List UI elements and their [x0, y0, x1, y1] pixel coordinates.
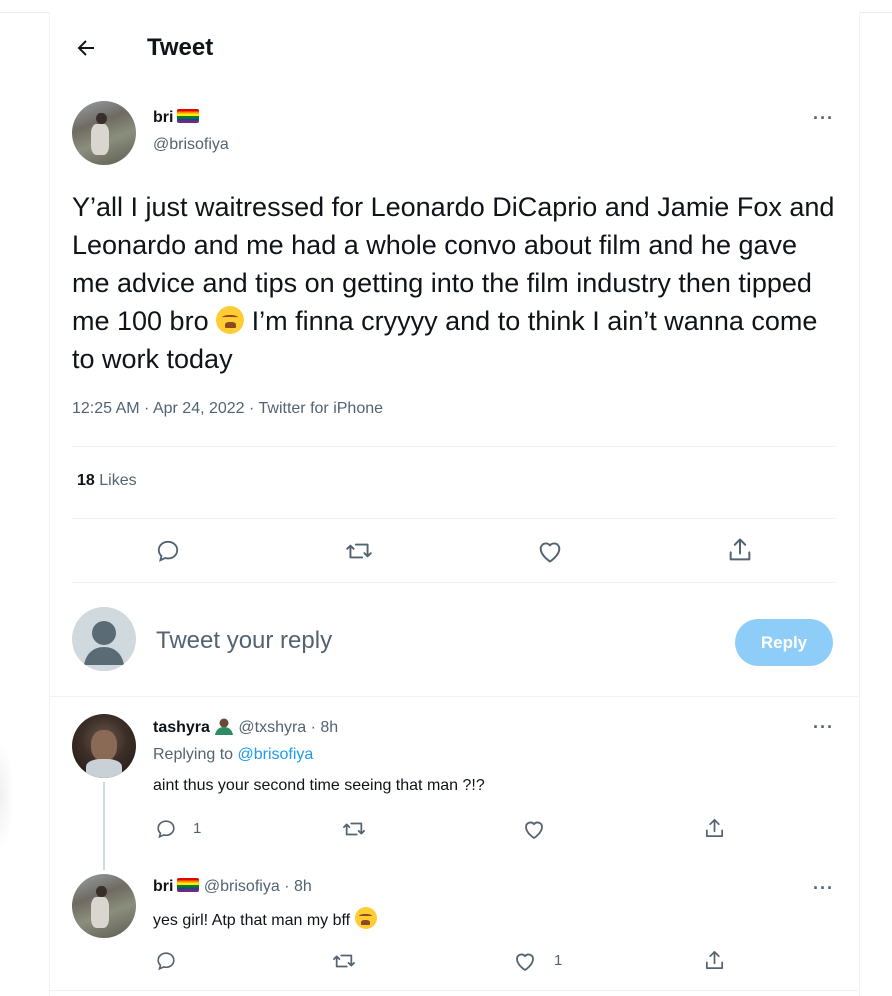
- reply-more-options-button[interactable]: ···: [813, 878, 834, 899]
- tweet-text: Y’all I just waitressed for Leonardo DiC…: [72, 188, 842, 378]
- reply-retweet-button[interactable]: [331, 950, 357, 972]
- reply-author-handle[interactable]: @txshyra: [238, 719, 306, 736]
- author-name[interactable]: bri: [153, 109, 173, 126]
- reply-time[interactable]: 8h: [294, 878, 312, 895]
- reply-input[interactable]: Tweet your reply: [156, 627, 676, 655]
- divider: [72, 518, 836, 519]
- reply-retweet-button[interactable]: [341, 818, 367, 840]
- retweet-icon: [333, 954, 355, 968]
- more-horizontal-icon: ···: [813, 878, 834, 898]
- tweet-column: [49, 12, 860, 996]
- replying-to-handle[interactable]: @brisofiya: [238, 746, 314, 763]
- reply-reply-button[interactable]: [155, 950, 177, 972]
- likes-count: 18: [77, 472, 95, 489]
- reply-author-name[interactable]: tashyra: [153, 719, 210, 736]
- like-action-button[interactable]: [536, 538, 564, 564]
- divider: [72, 582, 836, 583]
- weary-face-emoji-icon: [354, 907, 377, 929]
- divider: [50, 990, 858, 991]
- heart-icon: [525, 821, 543, 839]
- separator: ·: [244, 400, 259, 417]
- speech-bubble-icon: [157, 952, 175, 971]
- tweet-time[interactable]: 12:25 AM: [72, 400, 140, 417]
- heart-icon: [539, 542, 561, 563]
- reply-header: tashyra @txshyra · 8h: [153, 717, 338, 737]
- tweet-metadata: 12:25 AM · Apr 24, 2022 · Twitter for iP…: [72, 400, 383, 418]
- author-name-row[interactable]: bri: [153, 109, 200, 127]
- more-horizontal-icon: ···: [813, 108, 834, 128]
- reply-time[interactable]: 8h: [320, 719, 338, 736]
- reply-more-options-button[interactable]: ···: [813, 717, 834, 738]
- more-options-button[interactable]: ···: [813, 108, 834, 129]
- reply-action-button[interactable]: [155, 538, 181, 564]
- back-button[interactable]: [74, 36, 98, 60]
- divider: [72, 446, 836, 447]
- reply-reply-button[interactable]: [155, 818, 177, 840]
- replying-to: Replying to @brisofiya: [153, 746, 313, 764]
- more-horizontal-icon: ···: [813, 717, 834, 737]
- separator: ·: [306, 719, 321, 736]
- heart-icon: [516, 953, 534, 971]
- tweet-date[interactable]: Apr 24, 2022: [153, 400, 245, 417]
- reply-avatar[interactable]: [72, 714, 136, 778]
- reply-text-row: yes girl! Atp that man my bff: [153, 907, 377, 930]
- like-count: 1: [554, 952, 563, 969]
- person-emoji-icon: [214, 717, 234, 735]
- retweet-icon: [343, 822, 365, 836]
- likes-label: Likes: [99, 472, 137, 489]
- reply-like-button[interactable]: [513, 950, 537, 972]
- reply-text: yes girl! Atp that man my bff: [153, 912, 351, 929]
- retweet-action-button[interactable]: [344, 538, 374, 564]
- share-upload-icon: [705, 951, 724, 970]
- reply-header: bri @brisofiya · 8h: [153, 878, 312, 896]
- arrow-left-icon: [77, 40, 94, 56]
- replying-to-label: Replying to: [153, 746, 234, 763]
- reply-count: 1: [193, 820, 202, 837]
- share-upload-icon: [705, 819, 724, 838]
- separator: ·: [139, 400, 153, 417]
- thread-connector-line: [103, 782, 105, 870]
- default-user-icon: [84, 621, 124, 665]
- reply-button[interactable]: Reply: [735, 619, 833, 666]
- tweet-source[interactable]: Twitter for iPhone: [259, 400, 384, 417]
- reply-avatar[interactable]: [72, 874, 136, 938]
- current-user-avatar[interactable]: [72, 607, 136, 671]
- rainbow-flag-icon: [177, 878, 200, 892]
- reply-share-button[interactable]: [703, 949, 726, 972]
- side-shadow: [0, 740, 14, 850]
- reply-text: aint thus your second time seeing that m…: [153, 777, 485, 794]
- page-title: Tweet: [147, 34, 214, 61]
- likes-stat[interactable]: 18 Likes: [77, 472, 137, 490]
- reply-like-button[interactable]: [522, 818, 546, 840]
- share-upload-icon: [729, 538, 751, 561]
- weary-face-emoji-icon: [216, 306, 245, 334]
- separator: ·: [279, 878, 294, 895]
- speech-bubble-icon: [157, 540, 179, 562]
- reply-share-button[interactable]: [703, 817, 726, 840]
- author-handle[interactable]: @brisofiya: [153, 136, 229, 154]
- share-action-button[interactable]: [726, 536, 754, 564]
- reply-author-name[interactable]: bri: [153, 878, 173, 895]
- divider: [50, 696, 858, 697]
- reply-author-handle[interactable]: @brisofiya: [204, 878, 280, 895]
- retweet-icon: [346, 543, 372, 559]
- speech-bubble-icon: [157, 820, 175, 839]
- rainbow-flag-icon: [177, 109, 200, 123]
- author-avatar[interactable]: [72, 101, 136, 165]
